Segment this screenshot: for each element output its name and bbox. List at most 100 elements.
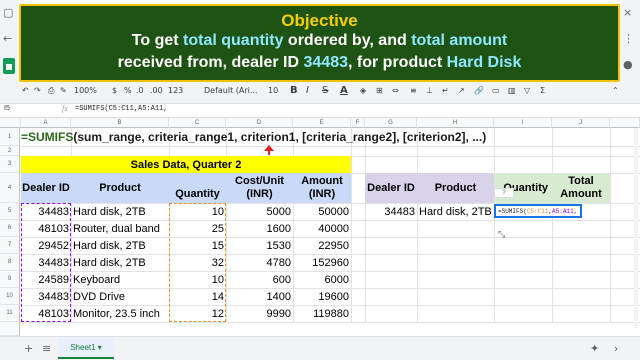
insert-link-icon[interactable]: 🔗: [474, 86, 484, 95]
all-sheets-button[interactable]: ≡: [42, 342, 51, 355]
lookup-product[interactable]: Hard disk, 2TB: [417, 203, 494, 220]
cell-product[interactable]: Keyboard: [71, 271, 169, 288]
italic-button[interactable]: I: [306, 85, 309, 96]
table-title[interactable]: Sales Data, Quarter 2: [21, 156, 351, 173]
filter-icon[interactable]: ▽: [524, 86, 530, 95]
text-wrap-icon[interactable]: ↵: [442, 86, 449, 95]
cell-amount[interactable]: 50000: [293, 203, 351, 220]
header-cost-unit[interactable]: Cost/Unit (INR): [226, 173, 293, 203]
formula-help-tooltip[interactable]: ?: [494, 188, 514, 198]
cell-product[interactable]: Hard disk, 2TB: [71, 203, 169, 220]
cell-cost[interactable]: 4780: [226, 254, 293, 271]
currency-format-button[interactable]: $: [112, 86, 117, 95]
browser-menu-icon[interactable]: ⋮: [623, 32, 634, 45]
row-header-3[interactable]: 3: [0, 156, 20, 173]
lookup-header-dealer-id[interactable]: Dealer ID: [365, 173, 417, 203]
row-header-4[interactable]: 4: [0, 173, 20, 203]
row-header-11[interactable]: 11: [0, 305, 20, 322]
borders-icon[interactable]: ⊞: [376, 86, 383, 95]
cell-cost[interactable]: 1600: [226, 220, 293, 237]
add-sheet-button[interactable]: +: [24, 342, 33, 355]
vertical-scrollbar[interactable]: [634, 128, 638, 328]
column-header-i[interactable]: I: [494, 118, 552, 128]
row-header-9[interactable]: 9: [0, 271, 20, 288]
column-header-d[interactable]: D: [226, 118, 293, 128]
cell-product[interactable]: Monitor, 23.5 inch: [71, 305, 169, 322]
cell-amount[interactable]: 119880: [293, 305, 351, 322]
tab-icon[interactable]: ▢: [3, 6, 13, 19]
fill-color-icon[interactable]: ◈: [360, 86, 366, 95]
collapse-toolbar-icon[interactable]: ⌃: [612, 86, 619, 95]
increase-decimal-button[interactable]: .00: [150, 86, 163, 95]
vertical-align-icon[interactable]: ⊥: [426, 86, 433, 95]
active-cell-editor[interactable]: =SUMIFS(C5:C11, A5:A11,: [494, 204, 582, 218]
lookup-header-product[interactable]: Product: [417, 173, 494, 203]
font-size-select[interactable]: 10: [268, 86, 278, 95]
horizontal-align-icon[interactable]: ≡: [410, 86, 417, 95]
lookup-dealer-id[interactable]: 34483: [365, 203, 417, 220]
bold-button[interactable]: B: [290, 85, 298, 96]
column-header-c[interactable]: C: [169, 118, 226, 128]
select-all-corner[interactable]: [0, 118, 21, 128]
lookup-header-total-amount[interactable]: Total Amount: [552, 173, 610, 203]
insert-chart-icon[interactable]: ▥: [508, 86, 516, 95]
column-header-a[interactable]: A: [21, 118, 71, 128]
undo-icon[interactable]: ↶: [22, 86, 29, 95]
row-header-2[interactable]: 2: [0, 146, 20, 156]
more-formats-button[interactable]: 123: [168, 86, 183, 95]
functions-icon[interactable]: Σ: [540, 86, 545, 95]
percent-format-button[interactable]: %: [124, 86, 132, 95]
font-select[interactable]: Default (Ari...: [204, 86, 258, 95]
cell-cost[interactable]: 9990: [226, 305, 293, 322]
header-amount[interactable]: Amount (INR): [293, 173, 351, 203]
row-header-7[interactable]: 7: [0, 237, 20, 254]
header-quantity[interactable]: Quantity: [169, 173, 226, 203]
cell-cost[interactable]: 5000: [226, 203, 293, 220]
text-color-button[interactable]: A: [340, 85, 348, 96]
strikethrough-button[interactable]: S: [322, 85, 328, 96]
column-header-b[interactable]: B: [71, 118, 169, 128]
zoom-select[interactable]: 100%: [74, 86, 97, 95]
window-close-icon[interactable]: ×: [623, 6, 632, 19]
account-avatar-icon[interactable]: ●: [623, 58, 633, 71]
header-product[interactable]: Product: [71, 173, 169, 203]
column-header-g[interactable]: G: [365, 118, 417, 128]
row-header-5[interactable]: 5: [0, 203, 20, 220]
insert-comment-icon[interactable]: ▭: [492, 86, 500, 95]
column-header-f[interactable]: F: [351, 118, 365, 128]
formula-input[interactable]: =SUMIFS(C5:C11,A5:A11,: [75, 105, 167, 113]
print-icon[interactable]: ⎙: [48, 86, 54, 96]
row-header-10[interactable]: 10: [0, 288, 20, 305]
cell-amount[interactable]: 152960: [293, 254, 351, 271]
cell-amount[interactable]: 22950: [293, 237, 351, 254]
merge-cells-icon[interactable]: ⇔: [392, 86, 399, 95]
cell-amount[interactable]: 40000: [293, 220, 351, 237]
paint-format-icon[interactable]: ✎: [60, 86, 67, 95]
cell-product[interactable]: Router, dual band: [71, 220, 169, 237]
cell-cost[interactable]: 1530: [226, 237, 293, 254]
header-dealer-id[interactable]: Dealer ID: [21, 173, 71, 203]
redo-icon[interactable]: ↷: [34, 86, 41, 95]
cell-product[interactable]: Hard disk, 2TB: [71, 254, 169, 271]
row-header-1[interactable]: 1: [0, 128, 20, 146]
sheet-tab-sheet1[interactable]: Sheet1 ▾: [58, 337, 114, 359]
column-header-h[interactable]: H: [417, 118, 494, 128]
cell-product[interactable]: DVD Drive: [71, 288, 169, 305]
cell-cost[interactable]: 1400: [226, 288, 293, 305]
mouse-pointer-icon: ⤡: [498, 229, 506, 239]
decrease-decimal-button[interactable]: .0: [136, 86, 144, 95]
row-header-8[interactable]: 8: [0, 254, 20, 271]
row-header-6[interactable]: 6: [0, 220, 20, 237]
column-header-e[interactable]: E: [293, 118, 351, 128]
back-arrow-icon[interactable]: ←: [3, 32, 12, 45]
sheets-logo-icon[interactable]: [3, 58, 15, 74]
name-box[interactable]: I5: [4, 105, 10, 112]
text-rotation-icon[interactable]: ↗: [458, 86, 465, 95]
cell-amount[interactable]: 6000: [293, 271, 351, 288]
column-header-j[interactable]: J: [552, 118, 610, 128]
side-panel-toggle-icon[interactable]: ›: [614, 342, 618, 355]
cell-amount[interactable]: 19600: [293, 288, 351, 305]
cell-cost[interactable]: 600: [226, 271, 293, 288]
cell-product[interactable]: Hard disk, 2TB: [71, 237, 169, 254]
explore-icon[interactable]: ✦: [590, 342, 599, 355]
